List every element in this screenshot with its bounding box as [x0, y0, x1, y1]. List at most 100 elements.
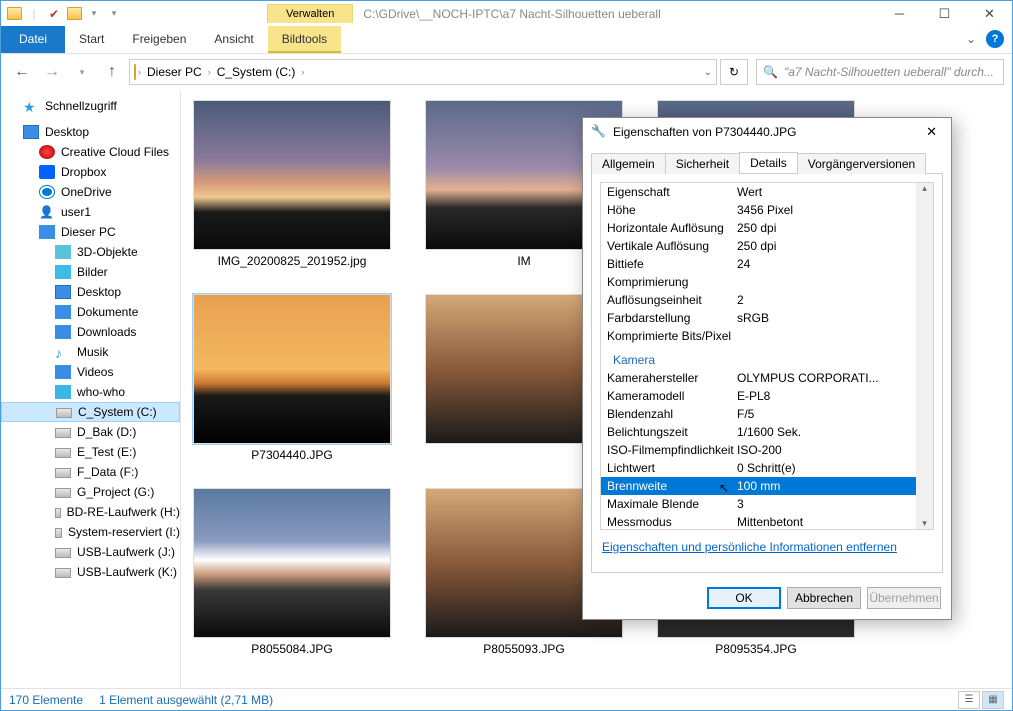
property-row[interactable]: ISO-FilmempfindlichkeitISO-200 [601, 441, 933, 459]
ribbon-expand-icon[interactable]: ⌄ [956, 26, 986, 53]
tree-drive-e[interactable]: E_Test (E:) [1, 442, 180, 462]
help-icon[interactable]: ? [986, 30, 1004, 48]
documents-icon [55, 305, 71, 319]
tree-drive-k[interactable]: USB-Laufwerk (K:) [1, 562, 180, 582]
tree-creative-cloud[interactable]: Creative Cloud Files [1, 142, 180, 162]
qat-overflow[interactable]: ▾ [105, 5, 123, 23]
tree-drive-g[interactable]: G_Project (G:) [1, 482, 180, 502]
address-dropdown-icon[interactable]: ⌄ [704, 67, 712, 78]
chevron-right-icon[interactable]: › [301, 67, 304, 77]
file-name: P8055084.JPG [193, 638, 391, 656]
close-button[interactable]: ✕ [967, 1, 1012, 26]
property-row[interactable]: KameraherstellerOLYMPUS CORPORATI... [601, 369, 933, 387]
property-row[interactable]: Vertikale Auflösung250 dpi [601, 237, 933, 255]
tree-desktop2[interactable]: Desktop [1, 282, 180, 302]
breadcrumb-drive[interactable]: C_System (C:) [213, 63, 300, 81]
property-row[interactable]: Lichtwert0 Schritt(e) [601, 459, 933, 477]
cancel-button[interactable]: Abbrechen [787, 587, 861, 609]
view-thumbnails-button[interactable]: ▦ [982, 691, 1004, 709]
up-button[interactable]: ↑ [99, 59, 125, 85]
property-row[interactable]: Komprimierung [601, 273, 933, 291]
desktop-icon [23, 125, 39, 139]
tree-videos[interactable]: Videos [1, 362, 180, 382]
tree-desktop[interactable]: Desktop [1, 122, 180, 142]
remove-properties-link[interactable]: Eigenschaften und persönliche Informatio… [600, 530, 899, 564]
drive-icon [55, 548, 71, 558]
tab-share[interactable]: Freigeben [118, 26, 200, 53]
tab-security[interactable]: Sicherheit [665, 153, 740, 174]
status-item-count: 170 Elemente [9, 693, 83, 707]
tab-details[interactable]: Details [739, 152, 798, 173]
property-row[interactable]: Belichtungszeit1/1600 Sek. [601, 423, 933, 441]
tree-user[interactable]: user1 [1, 202, 180, 222]
tab-picture-tools[interactable]: Bildtools [268, 26, 341, 53]
thumbnail-image [194, 489, 390, 637]
refresh-button[interactable]: ↻ [720, 59, 748, 85]
drive-icon [55, 488, 71, 498]
property-list[interactable]: EigenschaftWert Höhe3456 Pixel Horizonta… [600, 182, 934, 530]
tree-this-pc[interactable]: Dieser PC [1, 222, 180, 242]
tree-drive-h[interactable]: BD-RE-Laufwerk (H:) [1, 502, 180, 522]
property-row[interactable]: Horizontale Auflösung250 dpi [601, 219, 933, 237]
tree-drive-j[interactable]: USB-Laufwerk (J:) [1, 542, 180, 562]
chevron-right-icon[interactable]: › [138, 67, 141, 77]
property-row[interactable]: Komprimierte Bits/Pixel [601, 327, 933, 345]
property-row-selected[interactable]: Brennweite100 mm↖ [601, 477, 933, 495]
dialog-close-button[interactable]: ✕ [920, 122, 943, 142]
tree-drive-c[interactable]: C_System (C:) [1, 402, 180, 422]
maximize-button[interactable]: ☐ [922, 1, 967, 26]
tab-start[interactable]: Start [65, 26, 118, 53]
folder-icon [134, 65, 136, 79]
chevron-right-icon[interactable]: › [208, 67, 211, 77]
property-row[interactable]: KameramodellE-PL8 [601, 387, 933, 405]
search-input[interactable]: 🔍 "a7 Nacht-Silhouetten ueberall" durch.… [756, 59, 1004, 85]
property-row[interactable]: Auflösungseinheit2 [601, 291, 933, 309]
property-row[interactable]: Höhe3456 Pixel [601, 201, 933, 219]
tab-previous-versions[interactable]: Vorgängerversionen [797, 153, 926, 174]
qat-check-icon[interactable]: ✔ [45, 5, 63, 23]
thumbnail-image [194, 295, 390, 443]
drive-icon [56, 408, 72, 418]
view-details-button[interactable]: ☰ [958, 691, 980, 709]
history-dropdown-icon[interactable]: ▾ [69, 59, 95, 85]
dialog-title: Eigenschaften von P7304440.JPG [613, 125, 796, 139]
file-item[interactable]: IMG_20200825_201952.jpg [193, 100, 391, 268]
tree-documents[interactable]: Dokumente [1, 302, 180, 322]
property-row[interactable]: BlendenzahlF/5 [601, 405, 933, 423]
property-row[interactable]: Bittiefe24 [601, 255, 933, 273]
tree-quick-access[interactable]: Schnellzugriff [1, 96, 180, 116]
tab-general[interactable]: Allgemein [591, 153, 666, 174]
tab-view[interactable]: Ansicht [200, 26, 267, 53]
file-item-selected[interactable]: P7304440.JPG [193, 294, 391, 462]
tree-drive-i[interactable]: System-reserviert (I:) [1, 522, 180, 542]
breadcrumb-pc[interactable]: Dieser PC [143, 63, 206, 81]
tree-music[interactable]: Musik [1, 342, 180, 362]
tree-who-who[interactable]: who-who [1, 382, 180, 402]
status-selection: 1 Element ausgewählt (2,71 MB) [99, 693, 273, 707]
window-title-path: C:\GDrive\__NOCH-IPTC\a7 Nacht-Silhouett… [363, 7, 877, 21]
property-row[interactable]: Maximale Blende3 [601, 495, 933, 513]
search-icon: 🔍 [763, 65, 778, 79]
qat-dropdown-icon[interactable]: ▾ [85, 5, 103, 23]
tree-pictures[interactable]: Bilder [1, 262, 180, 282]
tab-file[interactable]: Datei [1, 26, 65, 53]
minimize-button[interactable]: ─ [877, 1, 922, 26]
star-icon [23, 99, 39, 113]
ok-button[interactable]: OK [707, 587, 781, 609]
tree-drive-d[interactable]: D_Bak (D:) [1, 422, 180, 442]
folder-icon [65, 5, 83, 23]
tree-drive-f[interactable]: F_Data (F:) [1, 462, 180, 482]
nav-tree[interactable]: Schnellzugriff Desktop Creative Cloud Fi… [1, 90, 181, 688]
tree-onedrive[interactable]: OneDrive [1, 182, 180, 202]
back-button[interactable]: ← [9, 59, 35, 85]
tree-downloads[interactable]: Downloads [1, 322, 180, 342]
property-row[interactable]: FarbdarstellungsRGB [601, 309, 933, 327]
scrollbar[interactable] [916, 183, 933, 529]
property-row[interactable]: MessmodusMittenbetont [601, 513, 933, 530]
forward-button[interactable]: → [39, 59, 65, 85]
address-bar[interactable]: › Dieser PC › C_System (C:) › ⌄ [129, 59, 717, 85]
tree-3d-objects[interactable]: 3D-Objekte [1, 242, 180, 262]
tree-dropbox[interactable]: Dropbox [1, 162, 180, 182]
music-icon [55, 345, 71, 359]
file-item[interactable]: P8055084.JPG [193, 488, 391, 656]
